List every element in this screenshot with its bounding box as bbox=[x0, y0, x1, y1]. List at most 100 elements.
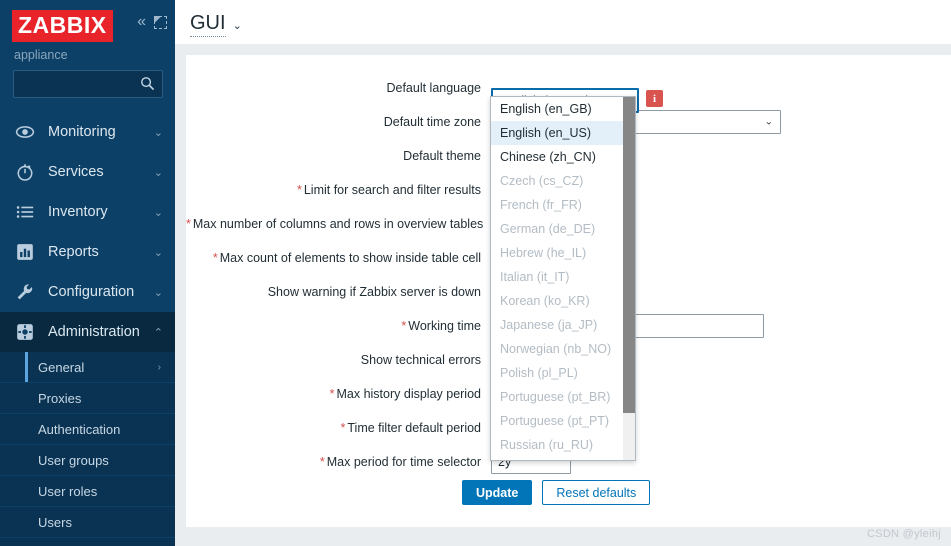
field-label: *Max period for time selector bbox=[186, 455, 491, 469]
zabbix-gui-settings-page: ZABBIX « appliance bbox=[0, 0, 951, 546]
sidebar-item-label: Monitoring bbox=[48, 124, 154, 140]
language-option: French (fr_FR) bbox=[491, 193, 635, 217]
required-asterisk: * bbox=[401, 319, 406, 333]
search-input[interactable] bbox=[14, 71, 162, 97]
chevron-down-icon: ⌄ bbox=[154, 166, 163, 179]
update-button[interactable]: Update bbox=[462, 480, 532, 505]
label-text: Default language bbox=[386, 81, 481, 95]
required-asterisk: * bbox=[297, 183, 302, 197]
label-text: Default theme bbox=[403, 149, 481, 163]
label-text: Working time bbox=[408, 319, 481, 333]
wrench-icon bbox=[14, 281, 36, 303]
chevron-down-icon: ⌄ bbox=[154, 126, 163, 139]
dropdown-scrollbar-thumb[interactable] bbox=[623, 97, 635, 413]
kiosk-mode-icon[interactable] bbox=[154, 16, 167, 29]
sidebar-item-users[interactable]: Users bbox=[0, 507, 175, 538]
list-icon bbox=[14, 201, 36, 223]
submenu-item-label: Users bbox=[38, 515, 175, 530]
watermark: CSDN @yleihj bbox=[867, 528, 941, 540]
page-title: GUI bbox=[190, 12, 226, 37]
field-label: Show warning if Zabbix server is down bbox=[186, 285, 491, 299]
language-option: German (de_DE) bbox=[491, 217, 635, 241]
sidebar-topbar: ZABBIX « bbox=[0, 0, 175, 46]
sidebar-item-label: Administration bbox=[48, 324, 154, 340]
submenu-item-label: General bbox=[38, 360, 158, 375]
sidebar-item-user-roles[interactable]: User roles bbox=[0, 476, 175, 507]
collapse-sidebar-icon[interactable]: « bbox=[137, 14, 144, 30]
field-label: *Working time bbox=[186, 319, 491, 333]
submenu-item-label: Proxies bbox=[38, 391, 175, 406]
field-label: *Limit for search and filter results bbox=[186, 183, 491, 197]
chevron-down-icon: ⌄ bbox=[154, 246, 163, 259]
field-label: Default theme bbox=[186, 149, 491, 163]
label-text: Max count of elements to show inside tab… bbox=[220, 251, 481, 265]
dropdown-scrollbar-track[interactable] bbox=[623, 97, 635, 460]
submenu-item-label: User groups bbox=[38, 453, 175, 468]
language-option: Russian (ru_RU) bbox=[491, 433, 635, 457]
sidebar-item-configuration[interactable]: Configuration ⌄ bbox=[0, 272, 175, 312]
language-option: Norwegian (nb_NO) bbox=[491, 337, 635, 361]
label-text: Show technical errors bbox=[361, 353, 481, 367]
sidebar-item-proxies[interactable]: Proxies bbox=[0, 383, 175, 414]
required-asterisk: * bbox=[213, 251, 218, 265]
submenu-item-label: Authentication bbox=[38, 422, 175, 437]
sidebar-item-media-types[interactable]: Media types bbox=[0, 538, 175, 546]
language-option: Portuguese (pt_PT) bbox=[491, 409, 635, 433]
sidebar-item-reports[interactable]: Reports ⌄ bbox=[0, 232, 175, 272]
field-label: Default time zone bbox=[186, 115, 491, 129]
language-options-container: English (en_GB)English (en_US)Chinese (z… bbox=[491, 97, 635, 457]
language-option[interactable]: Chinese (zh_CN) bbox=[491, 145, 635, 169]
sidebar-item-services[interactable]: Services ⌄ bbox=[0, 152, 175, 192]
label-text: Limit for search and filter results bbox=[304, 183, 481, 197]
sidebar-item-general[interactable]: General › bbox=[0, 352, 175, 383]
sidebar-item-authentication[interactable]: Authentication bbox=[0, 414, 175, 445]
required-asterisk: * bbox=[186, 217, 191, 231]
eye-icon bbox=[14, 121, 36, 143]
label-text: Show warning if Zabbix server is down bbox=[268, 285, 481, 299]
required-asterisk: * bbox=[330, 387, 335, 401]
field-label: *Max history display period bbox=[186, 387, 491, 401]
language-option: Japanese (ja_JP) bbox=[491, 313, 635, 337]
field-label: Default language bbox=[186, 81, 491, 95]
label-text: Time filter default period bbox=[347, 421, 481, 435]
administration-submenu: General › Proxies Authentication User gr… bbox=[0, 352, 175, 546]
language-option[interactable]: English (en_US) bbox=[491, 121, 635, 145]
chevron-right-icon: › bbox=[158, 362, 161, 373]
page-header: GUI ⌄ bbox=[175, 0, 951, 44]
language-option: Portuguese (pt_BR) bbox=[491, 385, 635, 409]
page-title-dropdown[interactable]: GUI ⌄ bbox=[190, 12, 242, 37]
chevron-up-icon: ⌃ bbox=[154, 326, 163, 339]
label-text: Default time zone bbox=[384, 115, 481, 129]
required-asterisk: * bbox=[320, 455, 325, 469]
sidebar-item-label: Services bbox=[48, 164, 154, 180]
sidebar-search-wrap bbox=[0, 70, 175, 112]
sidebar-item-inventory[interactable]: Inventory ⌄ bbox=[0, 192, 175, 232]
form-actions: Update Reset defaults bbox=[186, 480, 951, 505]
reset-defaults-button[interactable]: Reset defaults bbox=[542, 480, 650, 505]
required-asterisk: * bbox=[341, 421, 346, 435]
language-option[interactable]: English (en_GB) bbox=[491, 97, 635, 121]
field-label: *Max number of columns and rows in overv… bbox=[186, 217, 491, 231]
language-option: Italian (it_IT) bbox=[491, 265, 635, 289]
sidebar-subtitle: appliance bbox=[0, 46, 175, 70]
chevron-down-icon: ⌄ bbox=[765, 117, 773, 128]
sidebar-item-user-groups[interactable]: User groups bbox=[0, 445, 175, 476]
stopwatch-icon bbox=[14, 161, 36, 183]
language-dropdown-list[interactable]: English (en_GB)English (en_US)Chinese (z… bbox=[490, 96, 636, 461]
label-text: Max period for time selector bbox=[327, 455, 481, 469]
info-icon[interactable]: i bbox=[646, 90, 663, 107]
field-label: *Max count of elements to show inside ta… bbox=[186, 251, 491, 265]
sidebar-item-administration[interactable]: Administration ⌃ bbox=[0, 312, 175, 352]
chevron-down-icon: ⌄ bbox=[233, 19, 242, 32]
chevron-down-icon: ⌄ bbox=[154, 286, 163, 299]
submenu-item-label: User roles bbox=[38, 484, 175, 499]
label-text: Max number of columns and rows in overvi… bbox=[193, 217, 483, 231]
language-option: Korean (ko_KR) bbox=[491, 289, 635, 313]
search-box[interactable] bbox=[13, 70, 163, 98]
zabbix-logo[interactable]: ZABBIX bbox=[12, 10, 113, 42]
chevron-down-icon: ⌄ bbox=[154, 206, 163, 219]
sidebar-item-monitoring[interactable]: Monitoring ⌄ bbox=[0, 112, 175, 152]
language-option: Polish (pl_PL) bbox=[491, 361, 635, 385]
language-option: Czech (cs_CZ) bbox=[491, 169, 635, 193]
label-text: Max history display period bbox=[336, 387, 481, 401]
